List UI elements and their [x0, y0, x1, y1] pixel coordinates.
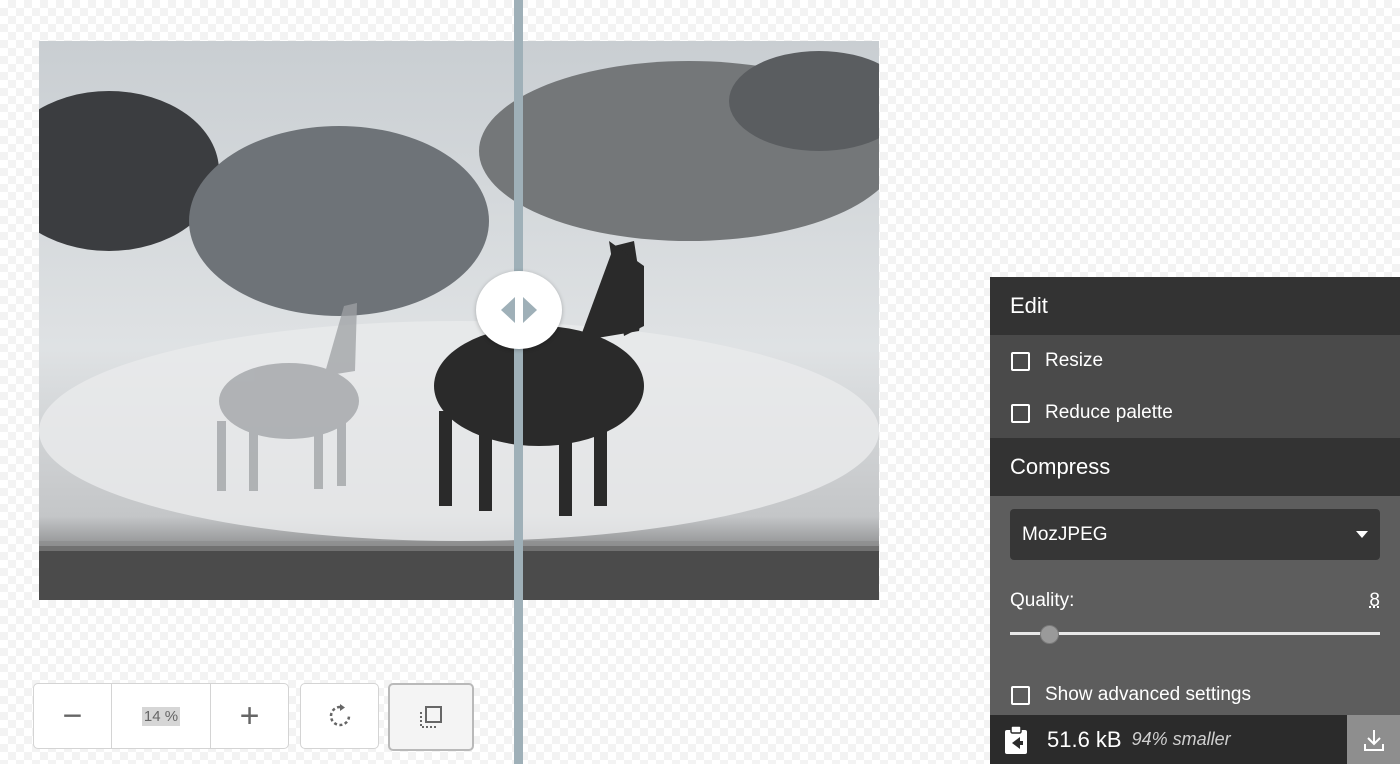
codec-select[interactable]: MozJPEG — [1010, 509, 1380, 560]
quality-slider[interactable] — [1010, 624, 1380, 644]
comparison-image[interactable] — [39, 41, 879, 600]
zoom-in-button[interactable]: + — [211, 684, 288, 748]
horses-photo — [39, 41, 879, 600]
quality-slider-track — [1010, 632, 1380, 635]
quality-row: Quality: 8 — [990, 590, 1400, 612]
advanced-settings-checkbox[interactable] — [1011, 685, 1030, 705]
quality-value[interactable]: 8 — [1369, 590, 1380, 612]
edit-section: Resize Reduce palette — [990, 335, 1400, 438]
codec-select-value: MozJPEG — [1022, 523, 1108, 545]
copy-to-side-icon[interactable] — [1003, 724, 1029, 755]
result-file-size: 51.6 kB — [1047, 726, 1122, 752]
download-button[interactable] — [1347, 715, 1400, 764]
rotate-button[interactable] — [300, 683, 379, 749]
split-divider[interactable] — [514, 0, 523, 764]
result-bar: 51.6 kB 94% smaller — [990, 715, 1400, 764]
compress-section-title: Compress — [990, 438, 1400, 496]
zoom-out-button[interactable]: − — [34, 684, 111, 748]
zoom-level-value: 14 % — [141, 706, 181, 726]
resize-option[interactable]: Resize — [990, 335, 1400, 387]
chevron-down-icon — [1356, 531, 1368, 538]
advanced-settings-label: Show advanced settings — [1045, 684, 1251, 705]
background-toggle-button[interactable] — [388, 683, 474, 751]
options-panel: Edit Resize Reduce palette Compress MozJ… — [990, 277, 1400, 764]
zoom-controls: − 14 % + — [33, 683, 289, 749]
result-reduction: 94% smaller — [1131, 729, 1231, 749]
split-handle-icon — [501, 297, 537, 323]
reduce-palette-label: Reduce palette — [1045, 402, 1173, 423]
toggle-background-icon — [420, 706, 442, 728]
reduce-palette-checkbox[interactable] — [1011, 403, 1030, 423]
zoom-level-field[interactable]: 14 % — [111, 684, 211, 748]
quality-label: Quality: — [1010, 590, 1075, 611]
advanced-settings-option[interactable]: Show advanced settings — [990, 669, 1400, 721]
rotate-icon — [329, 704, 350, 727]
download-icon — [1363, 729, 1384, 751]
resize-checkbox[interactable] — [1011, 351, 1030, 371]
edit-section-title: Edit — [990, 277, 1400, 335]
quality-slider-thumb[interactable] — [1040, 625, 1059, 644]
split-handle[interactable] — [476, 271, 562, 349]
resize-label: Resize — [1045, 350, 1104, 371]
reduce-palette-option[interactable]: Reduce palette — [990, 387, 1400, 439]
